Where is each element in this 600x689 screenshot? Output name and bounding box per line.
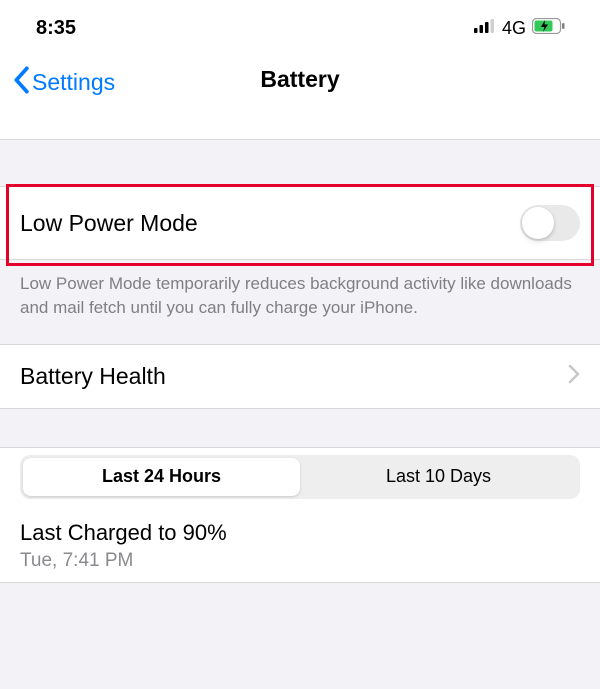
battery-charging-icon [532, 18, 566, 39]
time-range-section: Last 24 Hours Last 10 Days [0, 447, 600, 506]
status-indicators: 4G [474, 18, 566, 39]
section-spacer [0, 409, 600, 447]
network-label: 4G [502, 18, 526, 39]
battery-health-label: Battery Health [20, 363, 166, 390]
back-label: Settings [32, 69, 115, 96]
cellular-signal-icon [474, 19, 496, 38]
battery-health-row[interactable]: Battery Health [0, 344, 600, 409]
low-power-mode-row[interactable]: Low Power Mode [0, 186, 600, 260]
status-time: 8:35 [36, 17, 76, 40]
status-bar: 8:35 4G [0, 0, 600, 56]
navigation-header: Settings Battery [0, 56, 600, 140]
chevron-left-icon [12, 66, 30, 99]
section-spacer [0, 140, 600, 186]
low-power-mode-description: Low Power Mode temporarily reduces backg… [0, 260, 600, 344]
last-charged-time: Tue, 7:41 PM [20, 550, 580, 572]
last-charged-section: Last Charged to 90% Tue, 7:41 PM [0, 506, 600, 583]
tab-last-10-days[interactable]: Last 10 Days [300, 458, 577, 496]
toggle-knob [522, 207, 554, 239]
low-power-mode-label: Low Power Mode [20, 210, 198, 237]
page-title: Battery [260, 66, 339, 93]
tab-last-24-hours[interactable]: Last 24 Hours [23, 458, 300, 496]
chevron-right-icon [568, 364, 580, 389]
time-range-segmented-control: Last 24 Hours Last 10 Days [20, 455, 580, 499]
back-button[interactable]: Settings [0, 56, 115, 99]
last-charged-title: Last Charged to 90% [20, 520, 580, 546]
low-power-mode-toggle[interactable] [520, 205, 580, 241]
